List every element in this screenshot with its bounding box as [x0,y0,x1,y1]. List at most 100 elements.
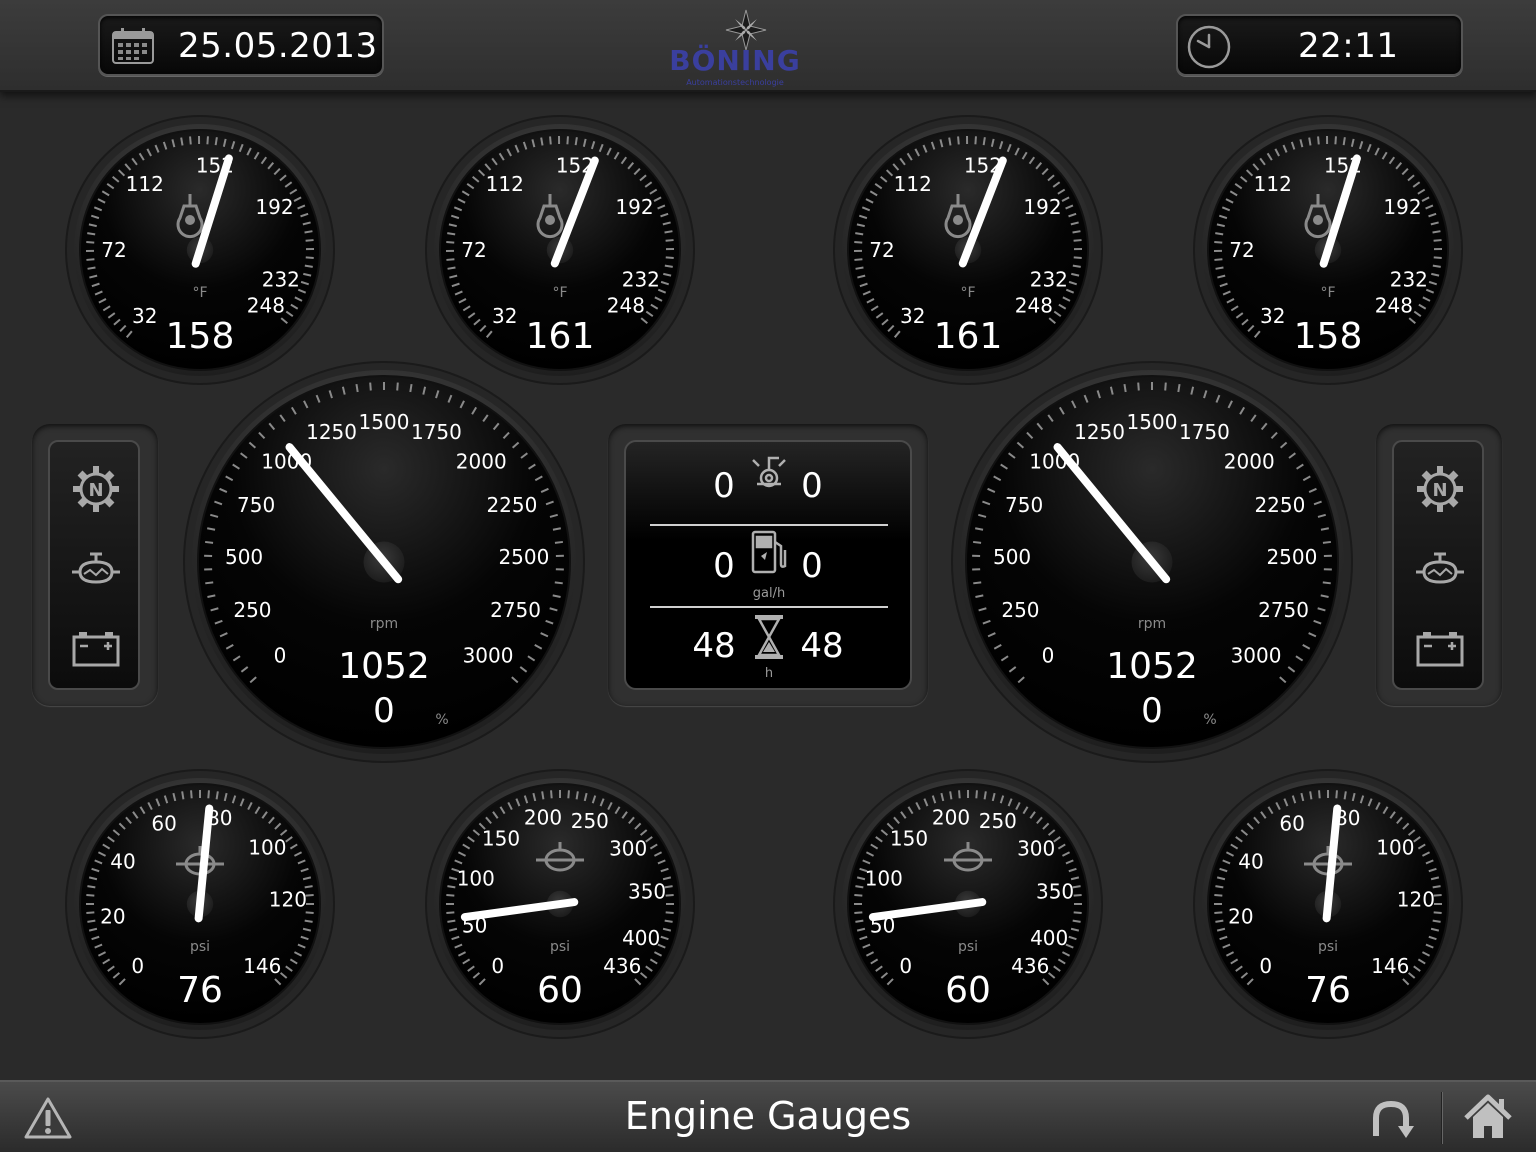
scale-label: 400 [1030,926,1068,950]
home-icon[interactable] [1462,1092,1514,1142]
scale-minor-tick [1073,239,1082,242]
scale-minor-tick [205,581,214,585]
scale-minor-tick [207,790,210,799]
scale-label: 1500 [1127,410,1178,434]
scale-minor-tick [87,232,96,236]
divider [650,606,888,608]
indicator-column-right: N [1392,440,1484,690]
scale-label: 40 [1238,849,1263,873]
scale-minor-tick [566,136,569,145]
scale-minor-tick [447,232,456,236]
coolant-temp-gauge: 3272112152192232248°F161 [425,115,695,385]
scale-label: 20 [100,904,125,928]
scale-label: 0 [274,644,287,668]
scale-label: 250 [1001,598,1039,622]
warning-icon[interactable] [24,1096,72,1140]
scale-label: 0 [491,954,504,978]
scale-minor-tick [446,911,455,914]
coolant-temp-icon-bulb [185,215,195,225]
trim-right-value: 0 [801,466,823,506]
gauge-unit: rpm [1138,616,1166,632]
scale-minor-tick [86,241,95,244]
scale-minor-tick [854,258,863,261]
scale-label: 400 [622,926,660,950]
oil-pressure-gauge: 0204060 80100120146psi76 [1193,769,1463,1039]
scale-minor-tick [550,790,553,799]
scale-label: 72 [461,238,486,262]
gauge-value: 1052 [338,646,430,687]
scale-minor-tick [369,382,372,391]
scale-minor-tick [975,790,978,799]
engine-icon [72,552,120,584]
scale-minor-tick [305,911,314,914]
scale-minor-tick [665,239,674,242]
scale-minor-tick [1215,232,1224,236]
scale-minor-tick [541,791,545,800]
scale-label: 60 [1279,812,1304,836]
scale-label: 120 [269,887,307,911]
coolant-temp-icon-bulb [953,215,963,225]
scale-minor-tick [540,137,544,146]
gauge-unit: °F [1320,285,1335,301]
scale-minor-tick [982,137,986,146]
scale-label: 250 [979,809,1017,833]
scale-label: 32 [1260,304,1285,328]
scale-label: 3000 [463,644,514,668]
scale-label: 112 [486,172,524,196]
scale-minor-tick [446,894,455,897]
gauge-unit: psi [550,939,570,955]
scale-label: 100 [457,866,495,890]
scale-label: 100 [248,835,286,859]
scale-minor-tick [1215,885,1224,889]
scale-minor-tick [664,919,673,923]
coolant-temp-gauge: 3272112152192232248°F158 [1193,115,1463,385]
engine-icon [1416,552,1464,584]
fuel-rate-right-value: 0 [801,546,823,586]
scale-minor-tick [447,919,456,923]
scale-minor-tick [974,136,977,145]
scale-minor-tick [665,894,674,897]
scale-minor-tick [304,264,313,268]
scale-minor-tick [180,137,184,146]
scale-label: 300 [1017,836,1055,860]
scale-label: 32 [900,304,925,328]
scale-label: 2500 [498,545,549,569]
scale-label: 232 [1030,267,1068,291]
scale-minor-tick [1335,790,1338,799]
scale-label: 200 [524,806,562,830]
scale-label: 2250 [486,493,537,517]
scale-minor-tick [664,230,673,234]
scale-label: 3000 [1231,644,1282,668]
scale-minor-tick [1137,382,1140,391]
scale-label: 250 [233,598,271,622]
svg-text:N: N [88,480,103,501]
scale-label: 2000 [456,449,507,473]
gauge-unit: psi [958,939,978,955]
scale-label: 2000 [1224,449,1275,473]
scale-minor-tick [1432,230,1441,234]
scale-minor-tick [1072,919,1081,923]
fuel-rate-unit: gal/h [752,586,786,601]
battery-icon [72,632,120,667]
center-info-display: 0 0 0 0 gal/h 48 48 h [624,440,912,690]
bottom-bar: Engine Gauges [0,1080,1536,1152]
hours-left-value: 48 [692,626,736,666]
engine-load-unit: % [435,712,448,728]
scale-label: 2500 [1266,545,1317,569]
scale-minor-tick [948,137,952,146]
reconnect-icon[interactable] [1366,1096,1416,1142]
scale-minor-tick [87,266,96,270]
scale-minor-tick [86,258,95,261]
gauge-value: 161 [934,316,1003,357]
rpm-gauge: 025050075010001250 1500 175020002250250027… [183,361,585,763]
scale-label: 350 [1036,879,1074,903]
scale-minor-tick [304,919,313,923]
scale-label: 200 [932,806,970,830]
scale-label: 72 [101,238,126,262]
scale-label: 2750 [1258,598,1309,622]
scale-minor-tick [574,137,578,146]
page-title: Engine Gauges [624,1094,912,1138]
scale-label: 350 [628,879,666,903]
scale-minor-tick [1164,382,1167,391]
scale-minor-tick [181,791,185,800]
